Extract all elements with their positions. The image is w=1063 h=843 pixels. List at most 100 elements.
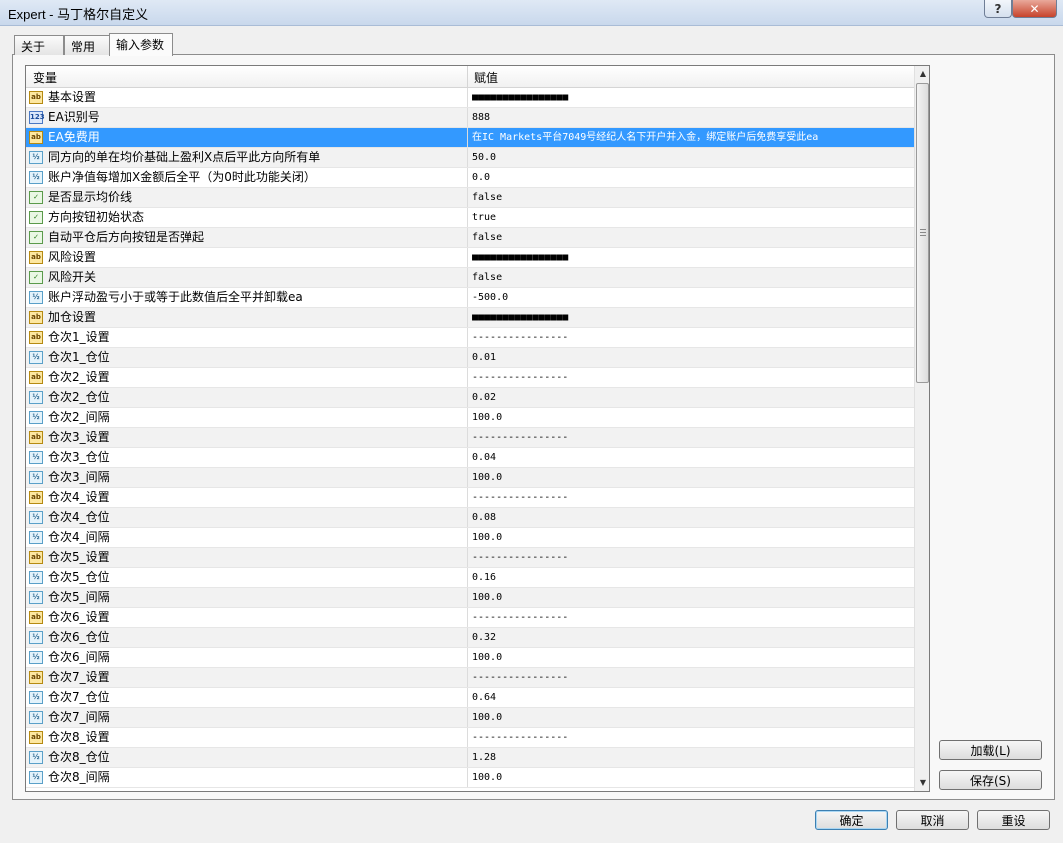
variable-name: 账户浮动盈亏小于或等于此数值后全平并卸载ea [48,290,303,304]
value-cell[interactable]: 100.0 [472,708,912,727]
reset-button[interactable]: 重设 [977,810,1050,830]
value-cell[interactable]: 0.02 [472,388,912,407]
scroll-thumb[interactable] [916,83,929,383]
table-row[interactable]: ✓ 自动平仓后方向按钮是否弹起 false [26,228,914,248]
value-cell[interactable]: 0.16 [472,568,912,587]
double-type-icon: ½ [29,411,43,424]
tab-common[interactable]: 常用 [64,35,110,55]
table-row[interactable]: ab 仓次2_设置 ---------------- [26,368,914,388]
variable-cell: ½ 仓次7_间隔 [26,708,468,727]
table-row[interactable]: ½ 账户净值每增加X金额后全平（为0时此功能关闭） 0.0 [26,168,914,188]
table-row[interactable]: ½ 仓次2_仓位 0.02 [26,388,914,408]
value-cell[interactable]: 0.01 [472,348,912,367]
column-header-variable[interactable]: 变量 [33,69,57,86]
value-cell[interactable]: 100.0 [472,648,912,667]
parameter-grid[interactable]: 变量 赋值 ab 基本设置 ■■■■■■■■■■■■■■■■ 123 EA识别号 888 a… [25,65,930,792]
value-cell[interactable]: 100.0 [472,528,912,547]
double-type-icon: ½ [29,631,43,644]
variable-name: 方向按钮初始状态 [48,210,145,224]
title-bar[interactable]: Expert - 马丁格尔自定义 ? ✕ [0,0,1063,26]
value-cell[interactable]: 0.32 [472,628,912,647]
value-cell[interactable]: 100.0 [472,768,912,787]
vertical-scrollbar[interactable]: ▲ ▼ [914,66,929,791]
table-row[interactable]: ab 仓次3_设置 ---------------- [26,428,914,448]
table-row[interactable]: ½ 账户浮动盈亏小于或等于此数值后全平并卸载ea -500.0 [26,288,914,308]
table-row[interactable]: ½ 仓次7_间隔 100.0 [26,708,914,728]
value-cell[interactable]: false [472,228,912,247]
value-cell[interactable]: 100.0 [472,468,912,487]
table-row[interactable]: ½ 仓次5_间隔 100.0 [26,588,914,608]
value-cell[interactable]: -500.0 [472,288,912,307]
table-row[interactable]: ½ 仓次6_仓位 0.32 [26,628,914,648]
value-cell[interactable]: false [472,188,912,207]
ok-button[interactable]: 确定 [815,810,888,830]
tab-input-params[interactable]: 输入参数 [109,33,173,56]
value-cell[interactable]: ---------------- [472,728,912,747]
value-cell[interactable]: 0.04 [472,448,912,467]
scroll-up-icon[interactable]: ▲ [915,66,929,82]
table-row[interactable]: ½ 仓次4_仓位 0.08 [26,508,914,528]
scroll-down-icon[interactable]: ▼ [915,775,929,791]
table-row[interactable]: ✓ 方向按钮初始状态 true [26,208,914,228]
table-row[interactable]: ab 仓次6_设置 ---------------- [26,608,914,628]
double-type-icon: ½ [29,451,43,464]
double-type-icon: ½ [29,351,43,364]
value-cell[interactable]: 100.0 [472,588,912,607]
table-row[interactable]: ab 基本设置 ■■■■■■■■■■■■■■■■ [26,88,914,108]
table-row[interactable]: ½ 仓次4_间隔 100.0 [26,528,914,548]
variable-name: EA识别号 [48,110,100,124]
value-cell[interactable]: 1.28 [472,748,912,767]
table-row[interactable]: ½ 仓次2_间隔 100.0 [26,408,914,428]
table-row[interactable]: ½ 仓次8_仓位 1.28 [26,748,914,768]
table-row[interactable]: ab 风险设置 ■■■■■■■■■■■■■■■■ [26,248,914,268]
table-row[interactable]: 123 EA识别号 888 [26,108,914,128]
value-cell[interactable]: ---------------- [472,608,912,627]
value-cell[interactable]: 0.64 [472,688,912,707]
value-cell[interactable]: 888 [472,108,912,127]
column-divider[interactable] [467,66,468,88]
table-row[interactable]: ab 仓次5_设置 ---------------- [26,548,914,568]
value-cell[interactable]: ---------------- [472,668,912,687]
table-row[interactable]: ab 加仓设置 ■■■■■■■■■■■■■■■■ [26,308,914,328]
table-row[interactable]: ab 仓次7_设置 ---------------- [26,668,914,688]
table-row[interactable]: ½ 仓次8_间隔 100.0 [26,768,914,788]
table-row[interactable]: ab 仓次1_设置 ---------------- [26,328,914,348]
value-cell[interactable]: true [472,208,912,227]
value-cell[interactable]: 100.0 [472,408,912,427]
cancel-button[interactable]: 取消 [896,810,969,830]
table-row[interactable]: ab EA免费用 在IC Markets平台7049号经纪人名下开户并入金，绑定账户… [26,128,914,148]
value-cell[interactable]: ■■■■■■■■■■■■■■■■ [472,308,912,327]
tab-about[interactable]: 关于 [14,35,64,55]
table-row[interactable]: ✓ 是否显示均价线 false [26,188,914,208]
table-row[interactable]: ab 仓次4_设置 ---------------- [26,488,914,508]
table-row[interactable]: ½ 仓次3_仓位 0.04 [26,448,914,468]
value-cell[interactable]: 0.0 [472,168,912,187]
value-cell[interactable]: 50.0 [472,148,912,167]
value-cell[interactable]: false [472,268,912,287]
table-row[interactable]: ½ 仓次1_仓位 0.01 [26,348,914,368]
value-cell[interactable]: ---------------- [472,328,912,347]
table-row[interactable]: ½ 同方向的单在均价基础上盈利X点后平此方向所有单 50.0 [26,148,914,168]
variable-cell: ab 仓次8_设置 [26,728,468,747]
table-row[interactable]: ✓ 风险开关 false [26,268,914,288]
table-row[interactable]: ½ 仓次6_间隔 100.0 [26,648,914,668]
value-cell[interactable]: 在IC Markets平台7049号经纪人名下开户并入金，绑定账户后免费享受此e… [472,128,912,147]
value-cell[interactable]: ---------------- [472,428,912,447]
table-row[interactable]: ½ 仓次7_仓位 0.64 [26,688,914,708]
column-header-value[interactable]: 赋值 [474,69,498,86]
value-cell[interactable]: ■■■■■■■■■■■■■■■■ [472,88,912,107]
value-cell[interactable]: ---------------- [472,488,912,507]
table-row[interactable]: ab 仓次8_设置 ---------------- [26,728,914,748]
help-button[interactable]: ? [984,0,1012,18]
load-button[interactable]: 加载(L) [939,740,1042,760]
table-row[interactable]: ½ 仓次3_间隔 100.0 [26,468,914,488]
value-cell[interactable]: ---------------- [472,368,912,387]
close-button[interactable]: ✕ [1012,0,1057,18]
value-cell[interactable]: 0.08 [472,508,912,527]
value-cell[interactable]: ■■■■■■■■■■■■■■■■ [472,248,912,267]
boolean-type-icon: ✓ [29,211,43,224]
value-cell[interactable]: ---------------- [472,548,912,567]
save-button[interactable]: 保存(S) [939,770,1042,790]
table-row[interactable]: ½ 仓次5_仓位 0.16 [26,568,914,588]
variable-name: 基本设置 [48,90,97,104]
